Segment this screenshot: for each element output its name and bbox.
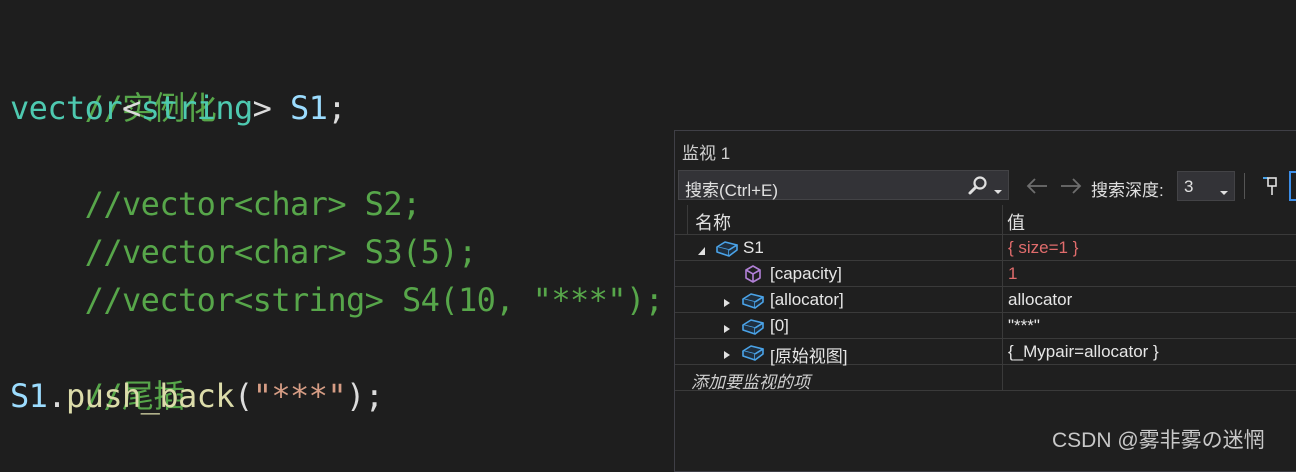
variable-name: S1 — [290, 89, 328, 127]
expand-triangle-icon[interactable] — [697, 243, 707, 261]
watch-row-value[interactable]: "***" — [1008, 316, 1040, 336]
paren-close: ); — [346, 377, 384, 415]
code-line-1: //实例化 — [10, 36, 217, 127]
template-arg: string — [140, 89, 254, 127]
pin-icon[interactable] — [1259, 175, 1281, 202]
chevron-down-icon[interactable] — [993, 182, 1003, 200]
watch-window-title: 监视 1 — [682, 144, 731, 163]
object-icon — [741, 316, 765, 341]
watermark: CSDN @雾非雾の迷惘 — [1052, 429, 1265, 452]
object-icon — [715, 238, 739, 263]
watch-row-name: [0] — [770, 316, 789, 335]
watch-row-value[interactable]: 1 — [1008, 264, 1017, 284]
column-header-name[interactable]: 名称 — [695, 209, 731, 235]
watch-row-name: [capacity] — [770, 264, 842, 283]
code-line-4: //vector<char> S3(5); — [10, 180, 478, 271]
semicolon: ; — [327, 89, 347, 127]
watch-row-name: [原始视图] — [770, 347, 848, 366]
watch-row-value[interactable]: { size=1 } — [1008, 238, 1078, 258]
type-name: vector — [10, 89, 123, 127]
arrow-left-icon[interactable] — [1025, 177, 1049, 200]
search-depth-label: 搜索深度: — [1091, 181, 1164, 200]
watch-row-value[interactable]: {_Mypair=allocator } — [1008, 342, 1159, 362]
watch-row[interactable]: [capacity] 1 — [675, 261, 1296, 287]
toolbar-button[interactable] — [1289, 171, 1296, 201]
member-dot: . — [47, 377, 67, 415]
code-line-7: //尾插 — [10, 324, 186, 415]
watch-window: 监视 1 搜索(Ctrl+E) 搜索深度: 3 名称 值 S1 {size=1… — [674, 130, 1296, 472]
chevron-down-icon — [1219, 183, 1229, 201]
watch-row[interactable]: [0] "***" — [675, 313, 1296, 339]
arrow-right-icon[interactable] — [1059, 177, 1083, 200]
collapse-triangle-icon[interactable] — [723, 321, 731, 339]
object-icon — [741, 290, 765, 315]
code-comment: //vector<string> S4(10, "***"); — [84, 281, 664, 319]
watch-row[interactable]: [原始视图] {_Mypair=allocator } — [675, 339, 1296, 367]
code-line-8: S1.push_back("***"); — [10, 372, 384, 420]
paren-open: ( — [234, 377, 253, 415]
watch-row[interactable]: [allocator] allocator — [675, 287, 1296, 313]
toolbar-divider — [1244, 173, 1245, 199]
code-line-3: //vector<char> S2; — [10, 132, 422, 223]
search-depth-value: 3 — [1184, 177, 1194, 196]
grid-header: 名称 值 — [675, 205, 1296, 235]
search-input[interactable]: 搜索(Ctrl+E) — [678, 170, 1009, 200]
template-close: > — [252, 89, 272, 127]
watch-row-name: S1 — [743, 238, 764, 257]
watch-toolbar: 搜索(Ctrl+E) 搜索深度: 3 — [675, 169, 1296, 205]
template-open: < — [122, 89, 141, 127]
add-watch-item-placeholder[interactable]: 添加要监视的项 — [691, 368, 810, 393]
search-depth-select[interactable]: 3 — [1177, 171, 1235, 201]
string-literal: "***" — [252, 377, 347, 415]
watch-row[interactable]: S1 { size=1 } — [675, 235, 1296, 261]
watch-row-value[interactable]: allocator — [1008, 290, 1072, 310]
collapse-triangle-icon[interactable] — [723, 295, 731, 313]
header-divider — [687, 205, 688, 235]
add-watch-row[interactable]: 添加要监视的项 — [675, 365, 1296, 393]
search-icon[interactable] — [967, 176, 989, 201]
property-icon — [743, 264, 763, 289]
search-placeholder: 搜索(Ctrl+E) — [685, 181, 779, 200]
watch-row-name: [allocator] — [770, 290, 844, 309]
variable-name: S1 — [10, 377, 48, 415]
code-line-2: vector<string> S1; — [10, 84, 347, 132]
function-name: push_back — [66, 377, 235, 415]
object-icon — [741, 342, 765, 367]
code-line-5: //vector<string> S4(10, "***"); — [10, 228, 664, 319]
column-header-value[interactable]: 值 — [1007, 209, 1025, 235]
collapse-triangle-icon[interactable] — [723, 347, 731, 365]
